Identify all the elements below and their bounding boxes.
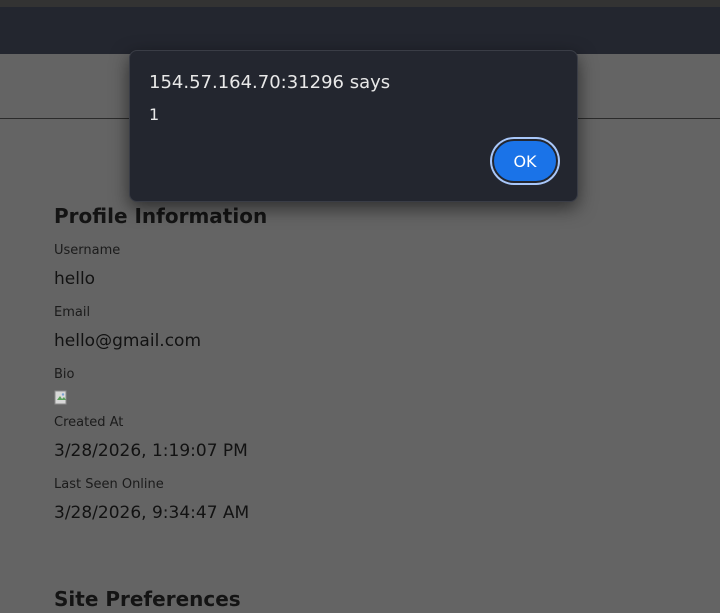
dialog-message: 1 <box>149 105 160 124</box>
alert-dialog: 154.57.164.70:31296 says 1 OK <box>129 50 578 202</box>
username-value: hello <box>54 269 96 289</box>
profile-title: Profile Information <box>54 204 268 228</box>
last-seen-label: Last Seen Online <box>54 477 164 492</box>
ok-button[interactable]: OK <box>492 139 558 183</box>
email-value: hello@gmail.com <box>54 331 202 351</box>
created-at-label: Created At <box>54 415 124 430</box>
dialog-title: 154.57.164.70:31296 says <box>149 72 391 93</box>
site-preferences-title: Site Preferences <box>54 587 241 611</box>
broken-image-icon <box>54 390 67 405</box>
site-navbar <box>0 7 720 54</box>
created-at-value: 3/28/2026, 1:19:07 PM <box>54 441 248 461</box>
username-label: Username <box>54 243 121 258</box>
bio-label: Bio <box>54 367 75 382</box>
email-label: Email <box>54 305 91 320</box>
last-seen-value: 3/28/2026, 9:34:47 AM <box>54 503 250 523</box>
profile-section: Profile Information Username hello Email… <box>54 202 614 538</box>
